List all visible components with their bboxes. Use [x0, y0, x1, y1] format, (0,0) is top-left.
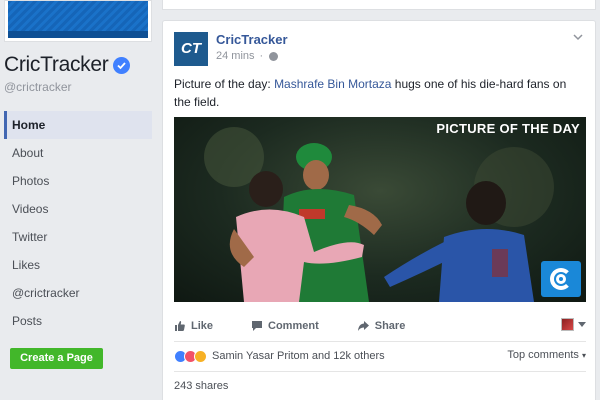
sort-caret-icon: ▾ [581, 351, 586, 360]
chevron-down-icon[interactable] [571, 30, 585, 44]
post-timestamp[interactable]: 24 mins [216, 50, 255, 62]
post-photo[interactable]: PICTURE OF THE DAY [174, 117, 586, 302]
reaction-summary[interactable]: Samin Yasar Pritom and 12k others [212, 350, 385, 362]
page-title[interactable]: CricTracker [4, 53, 131, 77]
previous-card [162, 0, 596, 10]
thumbs-up-icon [175, 321, 185, 331]
top-comments-dropdown[interactable]: Top comments ▾ [507, 349, 586, 361]
cover-strip [8, 31, 148, 38]
post-card: CT CricTracker 24 mins · Picture of the … [162, 20, 596, 400]
post-text: Picture of the day: Mashrafe Bin Mortaza… [174, 75, 586, 111]
comment-button[interactable]: Comment [251, 320, 319, 332]
post-author[interactable]: CricTracker [216, 32, 288, 47]
like-label: Like [191, 320, 214, 332]
divider [174, 341, 586, 342]
left-column: CricTracker @crictracker Home About Phot… [0, 0, 160, 400]
photo-caption: PICTURE OF THE DAY [436, 121, 580, 136]
post-text-before: Picture of the day: [174, 77, 275, 91]
nav-item-twitter[interactable]: Twitter [4, 223, 152, 251]
page-handle[interactable]: @crictracker [4, 80, 72, 94]
globe-icon [269, 51, 279, 61]
post-actions: Like Comment Share [174, 313, 586, 339]
crictracker-logo-icon [541, 261, 581, 297]
nav-item-likes[interactable]: Likes [4, 251, 152, 279]
wow-reaction-icon[interactable] [194, 349, 207, 363]
page-name-text: CricTracker [4, 53, 109, 76]
meta-separator: · [259, 50, 264, 62]
share-count[interactable]: 243 shares [174, 380, 228, 392]
comment-label: Comment [268, 320, 319, 332]
post-mention-link[interactable]: Mashrafe Bin Mortaza [274, 77, 391, 91]
create-page-button[interactable]: Create a Page [10, 348, 103, 369]
comment-icon [252, 321, 263, 331]
verified-badge-icon [113, 56, 131, 74]
top-comments-label: Top comments [507, 349, 579, 361]
share-button[interactable]: Share [357, 320, 406, 332]
page-avatar-thumb [561, 318, 574, 331]
photo-scene [204, 127, 554, 302]
nav-item-about[interactable]: About [4, 139, 152, 167]
nav-item-photos[interactable]: Photos [4, 167, 152, 195]
nav-item-crictracker[interactable]: @crictracker [4, 279, 152, 307]
caret-down-icon [578, 322, 586, 327]
page-nav: Home About Photos Videos Twitter Likes @… [4, 111, 152, 335]
post-meta: 24 mins · [216, 50, 279, 62]
nav-item-posts[interactable]: Posts [4, 307, 152, 335]
author-avatar[interactable]: CT [174, 32, 208, 66]
share-arrow-icon [357, 321, 369, 331]
nav-item-videos[interactable]: Videos [4, 195, 152, 223]
post-as-selector[interactable] [561, 318, 586, 331]
cover-photo[interactable] [4, 0, 152, 42]
reactions-row: Samin Yasar Pritom and 12k others Top co… [174, 347, 586, 365]
nav-item-home[interactable]: Home [4, 111, 152, 139]
like-button[interactable]: Like [174, 320, 213, 332]
divider [174, 371, 586, 372]
share-label: Share [374, 320, 406, 332]
